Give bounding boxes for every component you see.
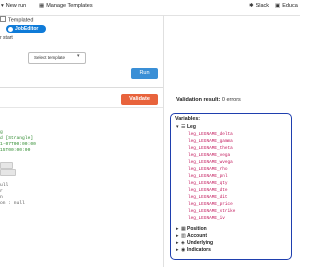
- book-icon: ▣: [275, 3, 281, 9]
- variable-item[interactable]: leg_LEGNAME_delta: [188, 132, 233, 137]
- variable-item[interactable]: leg_LEGNAME_gamma: [188, 139, 233, 144]
- slack-link[interactable]: ✱ Slack: [249, 3, 269, 9]
- tree-group-account[interactable]: ▸ ▥Account: [176, 233, 207, 239]
- chevron-down-icon: ▾: [77, 53, 80, 59]
- code-line[interactable]: 15T00:00:00: [0, 148, 30, 153]
- divider: [0, 87, 163, 88]
- variable-item[interactable]: leg_LEGNAME_strike: [188, 209, 235, 214]
- manage-templates-button[interactable]: ▦ Manage Templates: [39, 3, 93, 9]
- run-button[interactable]: Run: [131, 68, 158, 79]
- validation-label: Validation result:: [176, 97, 221, 103]
- top-bar: ▾ New run ▦ Manage Templates ✱ Slack ▣ Educa: [0, 0, 300, 16]
- variable-item[interactable]: leg_LEGNAME_iv: [188, 216, 225, 221]
- tree-group-leg[interactable]: ▾ ☰ Leg: [176, 124, 196, 130]
- education-link[interactable]: ▣ Educa: [275, 3, 298, 9]
- tree-group-underlying[interactable]: ▸ ◈ Underlying: [176, 240, 213, 246]
- group-label: Account: [187, 233, 207, 239]
- variable-item[interactable]: leg_LEGNAME_theta: [188, 146, 233, 151]
- variables-title: Variables:: [175, 116, 201, 122]
- group-label: Indicators: [187, 247, 211, 253]
- group-label: Position: [187, 226, 207, 232]
- start-label: r start: [0, 35, 13, 41]
- tree-group-indicators[interactable]: ▸ ◉ Indicators: [176, 247, 211, 253]
- variable-item[interactable]: leg_LEGNAME_dte: [188, 188, 228, 193]
- variable-item[interactable]: leg_LEGNAME_dit: [188, 195, 228, 200]
- slack-icon: ✱: [249, 3, 254, 9]
- code-token-chip: [0, 162, 13, 169]
- validation-result: Validation result: 0 errors: [176, 97, 241, 103]
- validation-error-count: 0 errors: [221, 97, 241, 103]
- variable-item[interactable]: leg_LEGNAME_wvega: [188, 160, 233, 165]
- variable-item[interactable]: leg_LEGNAME_price: [188, 202, 233, 207]
- manage-templates-label: Manage Templates: [46, 3, 93, 9]
- templated-checkbox[interactable]: [0, 16, 6, 22]
- template-select-value: Select template: [34, 54, 66, 60]
- job-editor-toggle-label: JobEditor: [15, 26, 39, 32]
- group-label: Leg: [187, 124, 196, 130]
- toggle-knob: [8, 26, 13, 32]
- code-line[interactable]: d [Strangle]: [0, 136, 33, 141]
- code-line[interactable]: r: [0, 189, 3, 194]
- code-line[interactable]: 1-07T00:00:00: [0, 142, 36, 147]
- code-line[interactable]: g: [0, 130, 3, 135]
- grid-icon: ▦: [39, 3, 45, 9]
- templated-label: Templated: [8, 17, 34, 24]
- templated-checkbox-row[interactable]: Templated: [0, 16, 33, 24]
- education-label: Educa: [282, 3, 298, 9]
- editor-top-border: [0, 107, 163, 108]
- new-run-label: New run: [5, 3, 27, 9]
- variable-item[interactable]: leg_LEGNAME_qty: [188, 181, 228, 186]
- code-line[interactable]: ull: [0, 183, 8, 188]
- validate-button[interactable]: Validate: [121, 94, 158, 105]
- chevron-down-icon: ▾: [1, 3, 4, 9]
- code-line[interactable]: n: [0, 195, 3, 200]
- code-token-chip: [0, 169, 16, 176]
- group-label: Underlying: [187, 240, 214, 246]
- tree-group-position[interactable]: ▸ ▦Position: [176, 226, 207, 232]
- new-run-button[interactable]: ▾ New run: [1, 3, 26, 9]
- slack-label: Slack: [255, 3, 270, 9]
- variable-item[interactable]: leg_LEGNAME_rho: [188, 167, 228, 172]
- variable-item[interactable]: leg_LEGNAME_vega: [188, 153, 230, 158]
- code-line[interactable]: on : null: [0, 201, 25, 206]
- variable-item[interactable]: leg_LEGNAME_pnl: [188, 174, 228, 179]
